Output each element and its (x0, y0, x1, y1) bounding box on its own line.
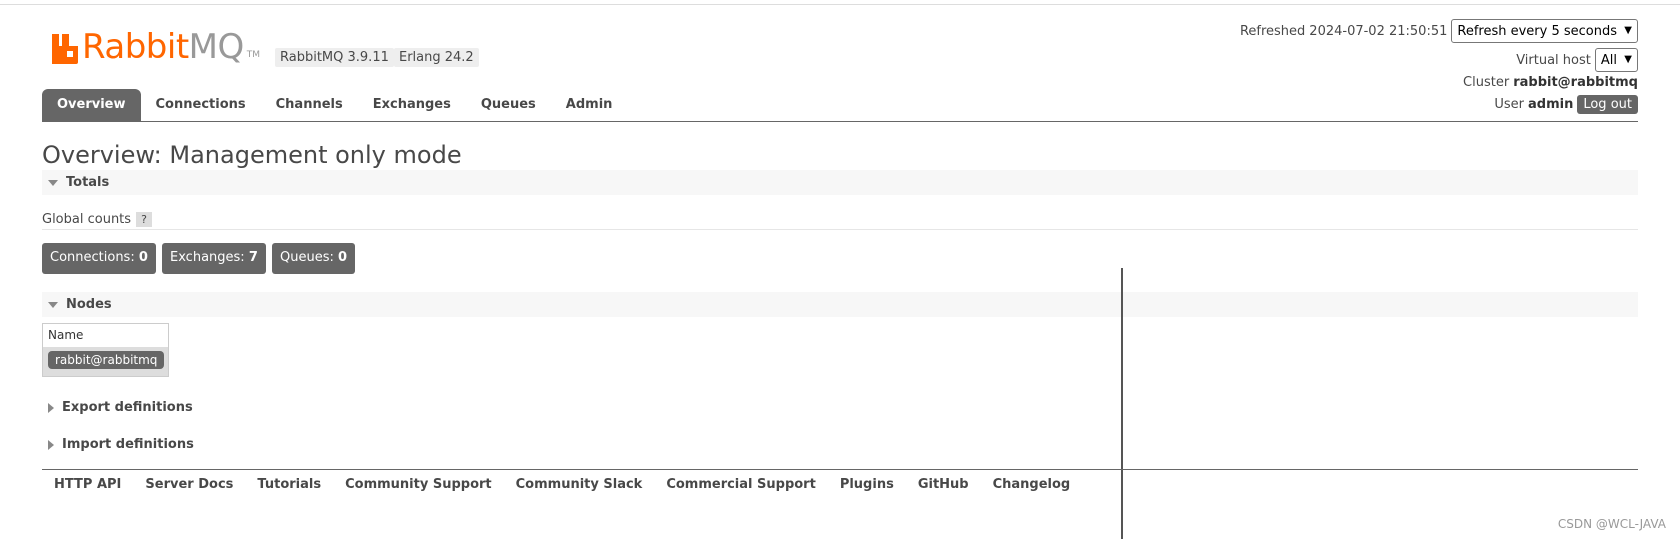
queues-count[interactable]: Queues: 0 (272, 243, 356, 274)
queues-count-value: 0 (338, 250, 348, 265)
global-counts-label: Global counts (42, 212, 132, 227)
virtual-host-label: Virtual host (1516, 52, 1591, 68)
exchanges-count-value: 7 (248, 250, 258, 265)
table-row: rabbit@rabbitmq (43, 348, 168, 376)
tab-divider (42, 121, 1638, 122)
virtual-host-value: All (1600, 52, 1617, 68)
virtual-host-row: Virtual host All ▼ (1516, 48, 1638, 72)
global-counts-divider (42, 229, 1638, 230)
footer-link-plugins[interactable]: Plugins (828, 477, 906, 492)
expand-arrow-icon (48, 402, 54, 413)
logo-text-rabbit: Rabbit (82, 27, 189, 67)
logo-text-mq: MQ (188, 27, 245, 67)
vertical-divider (1121, 268, 1123, 539)
totals-title: Totals (66, 175, 110, 190)
footer-link-github[interactable]: GitHub (906, 477, 981, 492)
expand-arrow-icon (48, 439, 54, 450)
footer-link-server-docs[interactable]: Server Docs (133, 477, 245, 492)
version-badge: RabbitMQ 3.9.11 (275, 48, 394, 67)
exchanges-count[interactable]: Exchanges: 7 (162, 243, 266, 274)
nodes-section-bar[interactable] (42, 292, 1638, 317)
footer-link-changelog[interactable]: Changelog (981, 477, 1083, 492)
exchanges-count-label: Exchanges: (170, 250, 245, 265)
nodes-table: Name rabbit@rabbitmq (42, 323, 169, 377)
connections-count-label: Connections: (50, 250, 135, 265)
tab-overview[interactable]: Overview (42, 89, 141, 121)
refresh-interval-select[interactable]: Refresh every 5 seconds ▼ (1451, 19, 1638, 43)
footer-link-community-support[interactable]: Community Support (333, 477, 504, 492)
erlang-badge: Erlang 24.2 (394, 48, 479, 67)
cluster-label: Cluster (1463, 75, 1510, 90)
user-name: admin (1528, 97, 1574, 112)
footer-link-commercial-support[interactable]: Commercial Support (654, 477, 828, 492)
logout-button[interactable]: Log out (1577, 95, 1638, 114)
footer-divider (42, 469, 1638, 470)
export-definitions-header[interactable]: Export definitions (48, 400, 193, 415)
refresh-row: Refreshed 2024-07-02 21:50:51 Refresh ev… (1240, 19, 1638, 43)
import-definitions-title: Import definitions (62, 437, 194, 452)
rabbitmq-logo-icon (52, 34, 78, 64)
totals-section-bar[interactable] (42, 170, 1638, 195)
footer-link-community-slack[interactable]: Community Slack (504, 477, 655, 492)
nodes-column-name: Name (43, 324, 168, 348)
logo-tm: TM (246, 50, 261, 60)
node-link[interactable]: rabbit@rabbitmq (48, 351, 165, 369)
import-definitions-header[interactable]: Import definitions (48, 437, 194, 452)
collapse-arrow-icon (48, 301, 58, 308)
footer-link-http-api[interactable]: HTTP API (42, 477, 133, 492)
footer-link-tutorials[interactable]: Tutorials (245, 477, 333, 492)
connections-count[interactable]: Connections: 0 (42, 243, 156, 274)
global-counts: Global counts ? (42, 212, 152, 227)
refreshed-time: 2024-07-02 21:50:51 (1309, 23, 1448, 39)
refresh-interval-value: Refresh every 5 seconds (1457, 23, 1617, 39)
chevron-down-icon: ▼ (1624, 54, 1632, 65)
user-label: User (1494, 97, 1524, 112)
chevron-down-icon: ▼ (1624, 25, 1632, 36)
top-border (0, 4, 1680, 5)
page-title: Overview: Management only mode (42, 141, 462, 169)
watermark: CSDN @WCL-JAVA (1557, 517, 1666, 531)
nodes-section-header[interactable]: Nodes (48, 297, 112, 312)
export-definitions-title: Export definitions (62, 400, 193, 415)
totals-section-header[interactable]: Totals (48, 175, 109, 190)
main-tabs: Overview Connections Channels Exchanges … (42, 89, 627, 121)
rabbitmq-logo[interactable]: Rabbit MQ TM (52, 28, 260, 64)
nodes-title: Nodes (66, 297, 112, 312)
help-button[interactable]: ? (136, 212, 152, 227)
tab-admin[interactable]: Admin (551, 89, 628, 121)
virtual-host-select[interactable]: All ▼ (1594, 48, 1638, 72)
connections-count-value: 0 (138, 250, 148, 265)
cluster-row: Cluster rabbit@rabbitmq (1463, 75, 1638, 90)
user-row: User admin Log out (1494, 95, 1638, 114)
tab-connections[interactable]: Connections (141, 89, 261, 121)
cluster-name: rabbit@rabbitmq (1513, 75, 1638, 90)
footer-links: HTTP API Server Docs Tutorials Community… (42, 477, 1082, 492)
tab-exchanges[interactable]: Exchanges (358, 89, 466, 121)
tab-channels[interactable]: Channels (261, 89, 358, 121)
refreshed-label: Refreshed (1239, 23, 1306, 39)
queues-count-label: Queues: (280, 250, 334, 265)
collapse-arrow-icon (48, 179, 58, 186)
tab-queues[interactable]: Queues (466, 89, 551, 121)
